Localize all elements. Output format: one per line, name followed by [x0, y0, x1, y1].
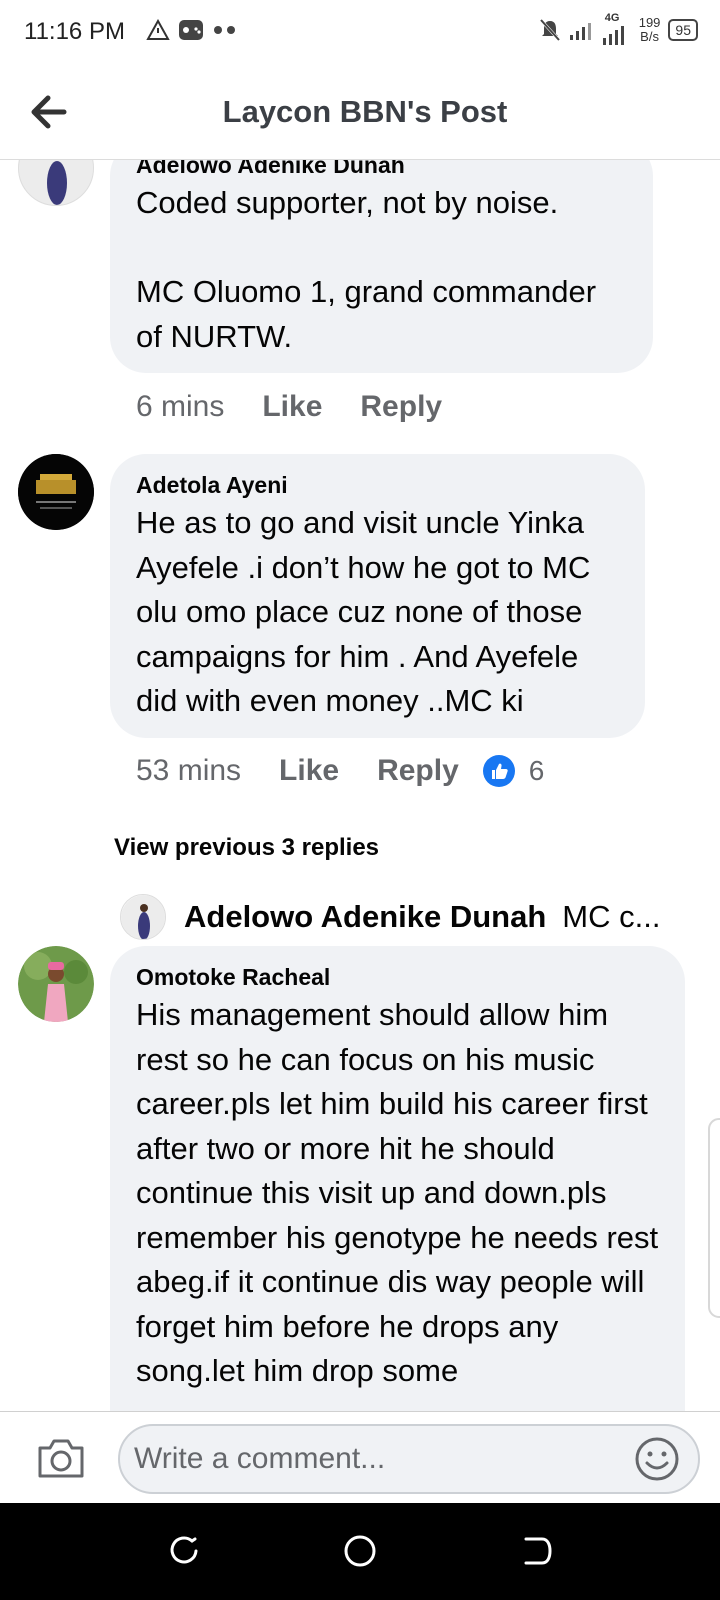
like-button[interactable]: Like [262, 390, 322, 424]
comment-box[interactable] [118, 1424, 700, 1494]
avatar[interactable] [18, 160, 94, 206]
comment-author[interactable]: Adelowo Adenike Dunah [136, 160, 627, 179]
home-icon[interactable] [340, 1531, 380, 1571]
signal-4g-icon [602, 26, 624, 45]
more-notifications-icon [214, 26, 235, 34]
avatar[interactable] [120, 894, 166, 940]
reply-preview[interactable]: Adelowo Adenike Dunah MC c... [120, 894, 680, 940]
network-type: 4G [604, 12, 620, 24]
comment-time[interactable]: 53 mins [136, 754, 241, 788]
person-figure-icon [121, 895, 165, 939]
comment-bubble[interactable]: Adelowo Adenike Dunah Coded supporter, n… [110, 160, 653, 373]
comment-bubble[interactable]: Omotoke Racheal His management should al… [110, 946, 685, 1411]
reply-button[interactable]: Reply [377, 754, 459, 788]
comment-input[interactable] [134, 1426, 614, 1492]
view-previous-replies-link[interactable]: View previous 3 replies [114, 834, 379, 862]
comment-time[interactable]: 6 mins [136, 390, 224, 424]
net-speed: 199 B/s [638, 15, 661, 44]
status-bar: 11:16 PM 4G 199 B/s 95 [0, 0, 720, 64]
person-photo-icon [18, 946, 94, 1022]
comment-bubble[interactable]: Adetola Ayeni He as to go and visit uncl… [110, 454, 645, 738]
recent-apps-icon[interactable] [164, 1531, 204, 1571]
avatar[interactable] [18, 454, 94, 530]
comment-meta: 6 mins Like Reply [136, 390, 442, 424]
post-header: Laycon BBN's Post [0, 64, 720, 160]
reply-snippet: MC c... [562, 899, 661, 934]
reply-author[interactable]: Adelowo Adenike Dunah [184, 899, 546, 935]
like-button[interactable]: Like [279, 754, 339, 788]
side-panel-handle[interactable] [708, 1118, 720, 1318]
comments-feed[interactable]: Adelowo Adenike Dunah Coded supporter, n… [0, 160, 720, 1411]
system-nav-bar [0, 1503, 720, 1600]
comment-text: Coded supporter, not by noise. MC Oluomo… [136, 185, 597, 354]
person-figure-icon [19, 160, 93, 205]
comment-text: His management should allow him rest so … [136, 997, 659, 1388]
status-time: 11:16 PM [24, 18, 125, 45]
avatar[interactable] [18, 946, 94, 1022]
battery-indicator: 95 [668, 19, 698, 41]
camera-icon[interactable] [36, 1436, 86, 1480]
mute-icon [539, 18, 560, 42]
gamepad-icon [179, 20, 203, 40]
signal-icon [569, 23, 591, 40]
comment-author[interactable]: Omotoke Racheal [136, 964, 659, 991]
like-reaction-icon[interactable] [482, 755, 515, 787]
comment-composer [0, 1411, 720, 1503]
comment-text: He as to go and visit uncle Yinka Ayefel… [136, 505, 591, 718]
page-title: Laycon BBN's Post [222, 94, 508, 129]
back-icon[interactable] [516, 1531, 556, 1571]
warning-icon [146, 19, 170, 40]
comment-meta: 53 mins Like Reply 6 [136, 754, 544, 788]
emoji-icon[interactable] [634, 1436, 680, 1482]
comment-author[interactable]: Adetola Ayeni [136, 472, 619, 499]
logo-avatar-icon [18, 454, 94, 530]
reply-button[interactable]: Reply [360, 390, 442, 424]
reaction-count[interactable]: 6 [529, 755, 545, 787]
